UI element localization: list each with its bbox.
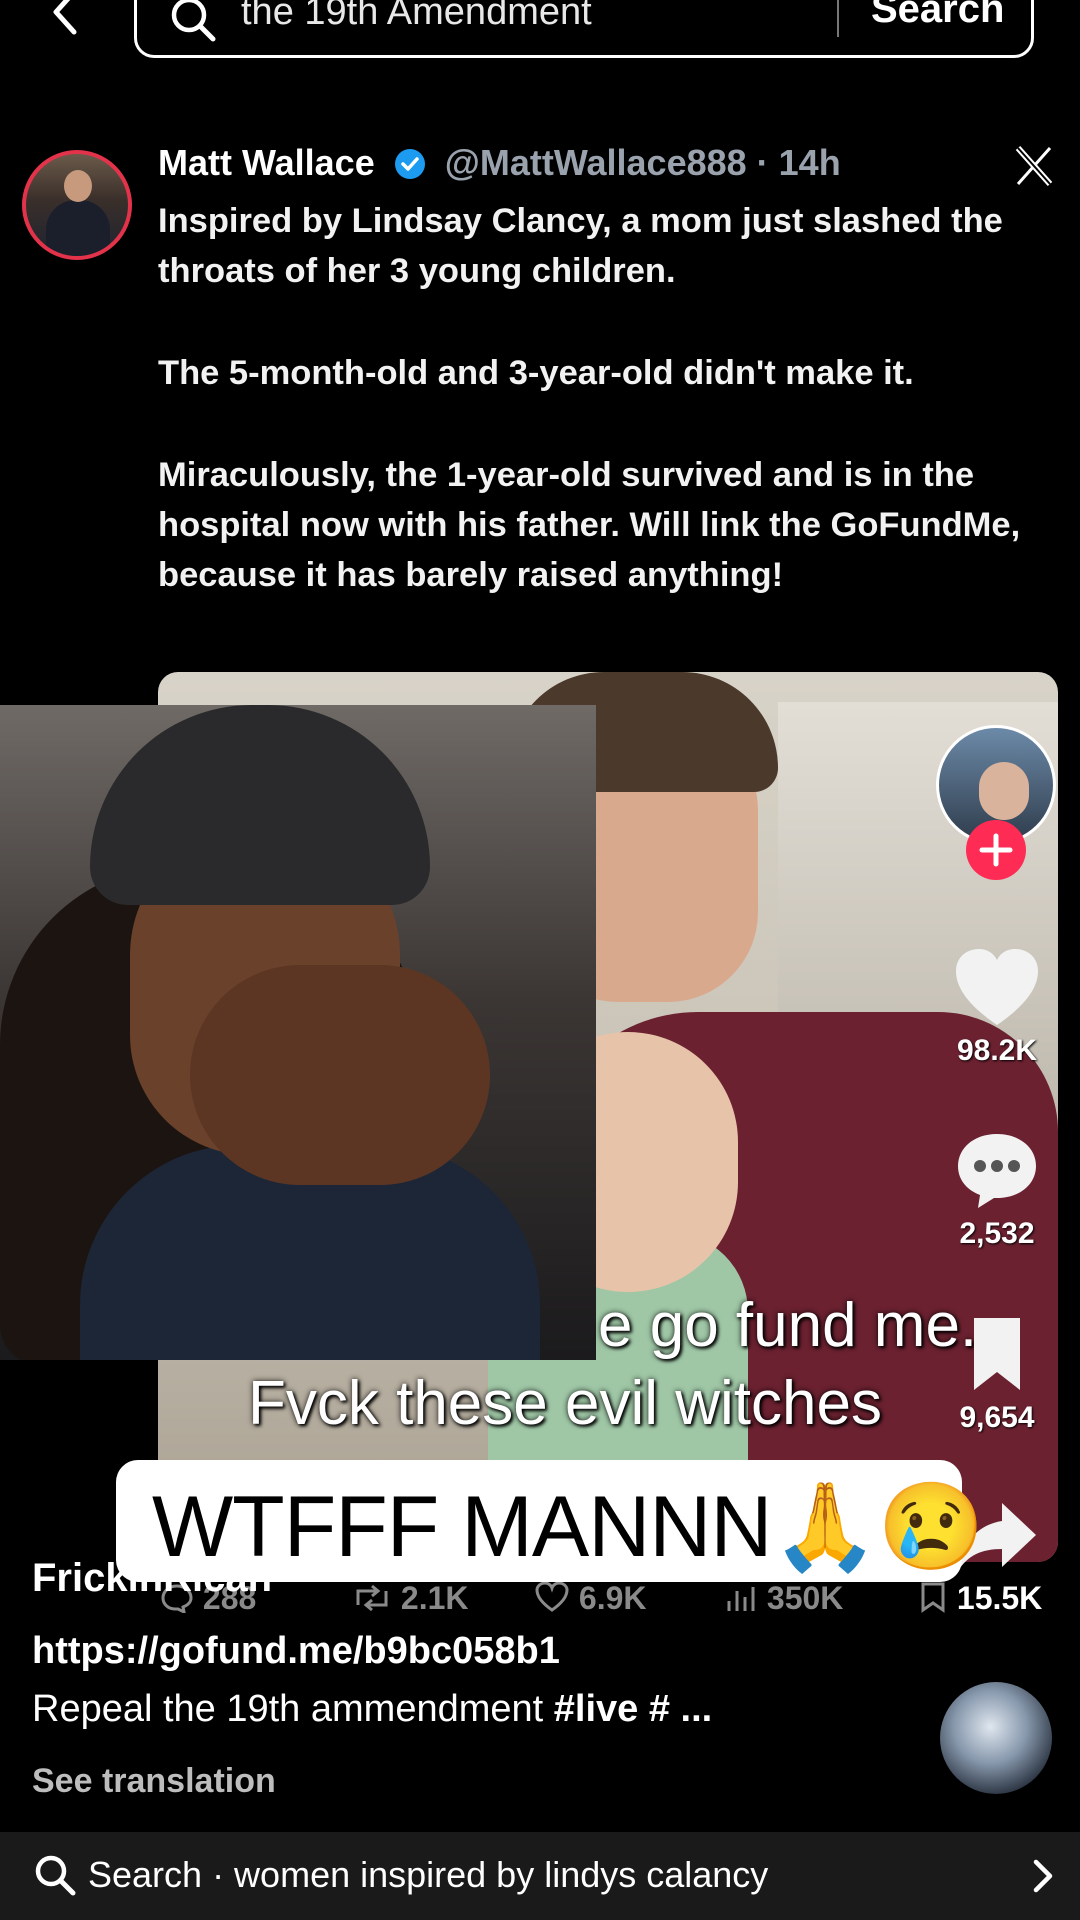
- search-button[interactable]: Search: [871, 0, 1004, 32]
- tweet-paragraph: The 5-month-old and 3-year-old didn't ma…: [158, 354, 914, 392]
- video-caption-line1: e go fund me.: [598, 1291, 978, 1360]
- views-bars-icon: [727, 1587, 755, 1611]
- tweet-paragraph: Inspired by Lindsay Clancy, a mom just s…: [158, 202, 1003, 290]
- tweet-header: Matt Wallace @MattWallace888 · 14h: [158, 142, 841, 184]
- search-icon: [171, 0, 216, 42]
- chevron-left-icon: [53, 0, 77, 35]
- verified-badge-icon: [394, 149, 425, 179]
- comment-count: 2,532: [959, 1217, 1035, 1250]
- post-hashtags[interactable]: #live # ...: [554, 1688, 712, 1730]
- stat-bookmarks-value: 15.5K: [956, 1580, 1043, 1616]
- stat-views: 350K: [724, 1580, 843, 1617]
- bookmark-outline-icon: [921, 1582, 945, 1613]
- stat-bookmarks: 15.5K: [918, 1580, 1042, 1617]
- music-disc[interactable]: [940, 1682, 1052, 1794]
- related-search-bar[interactable]: Search · women inspired by lindys calanc…: [0, 1832, 1080, 1920]
- like-button[interactable]: 98.2K: [942, 945, 1052, 1068]
- bookmark-button[interactable]: 9,654: [942, 1312, 1052, 1435]
- x-logo-icon: [1015, 146, 1053, 186]
- post-link[interactable]: https://gofund.me/b9bc058b1: [32, 1630, 560, 1673]
- stat-likes-value: 6.9K: [578, 1580, 647, 1616]
- chevron-right-icon: [1033, 1859, 1053, 1893]
- tweet-author-avatar: [22, 150, 132, 260]
- search-divider: [837, 0, 839, 37]
- post-description-text: Repeal the 19th ammendment: [32, 1688, 554, 1730]
- avatar-figure-body: [46, 200, 110, 256]
- video-caption-line2: Fvck these evil witches: [248, 1369, 882, 1438]
- tweet-author-name: Matt Wallace: [158, 142, 375, 183]
- tweet-text: Inspired by Lindsay Clancy, a mom just s…: [158, 196, 1058, 652]
- like-count: 98.2K: [956, 1034, 1038, 1067]
- post-description: Repeal the 19th ammendment #live # ...: [32, 1688, 712, 1731]
- creator-beanie: [90, 705, 430, 905]
- creator-video-overlay: [0, 705, 596, 1360]
- related-search-text: Search · women inspired by lindys calanc…: [88, 1854, 769, 1895]
- search-icon: [35, 1855, 76, 1896]
- profile-face: [979, 762, 1029, 820]
- heart-outline-icon: [535, 1581, 569, 1612]
- repost-icon: [356, 1584, 388, 1612]
- stat-reposts: 2.1K: [352, 1580, 468, 1617]
- bookmark-count: 9,654: [959, 1401, 1035, 1434]
- caption-sticker: WTFFF MANNN🙏😢: [116, 1460, 985, 1582]
- creator-hand: [190, 965, 490, 1185]
- avatar-figure-head: [64, 170, 92, 202]
- back-button[interactable]: [40, 0, 100, 42]
- search-field[interactable]: the 19th Amendment Search: [134, 0, 1034, 58]
- bookmark-icon: [974, 1318, 1020, 1390]
- tweet-paragraph: Miraculously, the 1-year-old survived an…: [158, 456, 1021, 594]
- see-translation-link[interactable]: See translation: [32, 1762, 276, 1801]
- follow-button[interactable]: [966, 820, 1026, 880]
- comment-bubble-icon: [958, 1134, 1036, 1208]
- search-query: the 19th Amendment: [241, 0, 592, 33]
- stat-likes: 6.9K: [534, 1580, 646, 1617]
- tweet-handle-time: @MattWallace888 · 14h: [444, 142, 841, 183]
- caption-sticker-text: WTFFF MANNN🙏😢: [152, 1479, 985, 1575]
- heart-icon: [956, 949, 1038, 1025]
- comment-button[interactable]: 2,532: [942, 1128, 1052, 1251]
- plus-icon: [979, 833, 1013, 867]
- stat-reposts-value: 2.1K: [400, 1580, 469, 1616]
- stat-views-value: 350K: [766, 1580, 844, 1616]
